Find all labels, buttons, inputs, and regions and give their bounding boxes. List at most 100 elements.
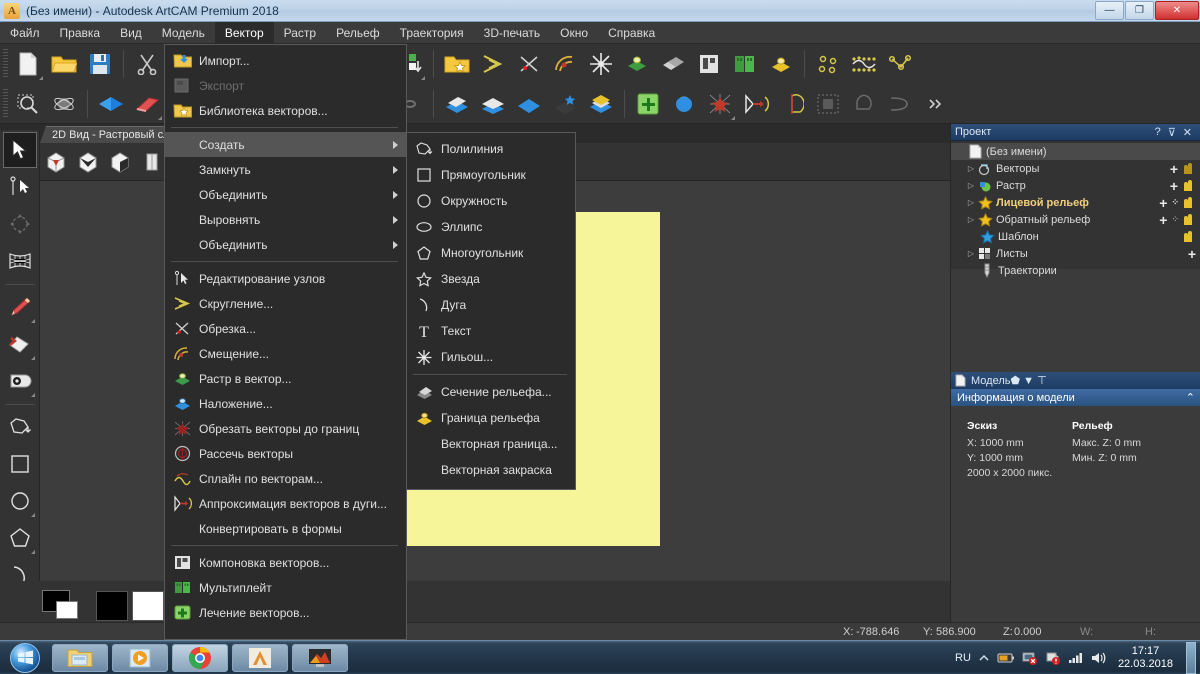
menu-item-export[interactable]: Экспорт <box>165 73 406 98</box>
submenu-item-star[interactable]: Звезда <box>407 266 575 292</box>
trim-tool-icon[interactable] <box>512 46 546 82</box>
language-indicator[interactable]: RU <box>955 652 971 664</box>
tree-arrow[interactable]: ▷ <box>965 215 977 224</box>
visibility-icon[interactable] <box>1182 196 1196 209</box>
network-error-icon[interactable] <box>1022 651 1038 665</box>
submenu-item-text[interactable]: T Текст <box>407 318 575 344</box>
menu-item-align[interactable]: Выровнять <box>165 207 406 232</box>
menu-model[interactable]: Модель <box>152 22 215 43</box>
tree-item-template[interactable]: Шаблон <box>951 228 1200 245</box>
menu-item-close-contour[interactable]: Замкнуть <box>165 157 406 182</box>
menu-relief[interactable]: Рельеф <box>326 22 390 43</box>
menu-file[interactable]: Файл <box>0 22 50 43</box>
menu-3dprint[interactable]: 3D-печать <box>474 22 551 43</box>
menu-item-create[interactable]: Создать <box>165 132 406 157</box>
circle-tool[interactable] <box>3 483 37 519</box>
pin-icon[interactable]: ⊽ <box>1168 126 1176 139</box>
tree-item-bitmap[interactable]: ▷ Растр + <box>951 177 1200 194</box>
view-iso-front-icon[interactable] <box>40 145 72 179</box>
visibility-icon[interactable] <box>1182 230 1196 243</box>
visibility-icon[interactable] <box>1182 179 1196 192</box>
show-hidden-icons-icon[interactable] <box>978 653 990 663</box>
menu-item-convert-to-shapes[interactable]: Конвертировать в формы <box>165 516 406 541</box>
vector-shape-icon[interactable] <box>847 86 881 122</box>
node-edit-tool[interactable] <box>3 169 37 205</box>
menu-view[interactable]: Вид <box>110 22 152 43</box>
menu-item-overlay[interactable]: Наложение... <box>165 391 406 416</box>
menu-vector[interactable]: Вектор <box>214 22 274 43</box>
open-file-icon[interactable] <box>47 46 81 82</box>
submenu-item-circle[interactable]: Окружность <box>407 188 575 214</box>
view-iso-top-icon[interactable] <box>72 145 104 179</box>
menu-item-merge[interactable]: Объединить <box>165 232 406 257</box>
project-tree[interactable]: (Без имени) ▷ Векторы + ▷ Растр + ▷ Лице… <box>951 141 1200 278</box>
background-color[interactable] <box>56 601 78 619</box>
menu-item-split-vectors[interactable]: Рассечь векторы <box>165 441 406 466</box>
submenu-item-relief-boundary[interactable]: Граница рельефа <box>407 405 575 431</box>
menu-raster[interactable]: Растр <box>274 22 326 43</box>
menu-item-vector-doctor[interactable]: Лечение векторов... <box>165 600 406 625</box>
tree-item-toolpaths[interactable]: Траектории <box>951 262 1200 279</box>
submenu-item-polyline[interactable]: Полилиния <box>407 136 575 162</box>
model-info-section-header[interactable]: Информация о модели ⌃ <box>951 389 1200 406</box>
mesh-warp-tool[interactable] <box>3 243 37 279</box>
new-file-icon[interactable] <box>11 46 45 82</box>
menu-item-trim[interactable]: Обрезка... <box>165 316 406 341</box>
minimize-button[interactable]: — <box>1095 0 1124 20</box>
add-icon[interactable]: + <box>1159 196 1167 210</box>
view-iso-side-icon[interactable] <box>104 145 136 179</box>
visibility-icon[interactable] <box>1182 213 1196 226</box>
relief-flat-blue-icon[interactable] <box>512 86 546 122</box>
fill-bucket-tool[interactable] <box>3 326 37 362</box>
taskbar-clock[interactable]: 17:17 22.03.2018 <box>1118 645 1173 671</box>
move-handle-icon[interactable]: ⁘ <box>1171 215 1178 224</box>
add-icon[interactable]: + <box>1188 247 1196 261</box>
menu-item-fillet[interactable]: Скругление... <box>165 291 406 316</box>
toolbar-grip-2[interactable] <box>3 89 8 119</box>
menu-toolpath[interactable]: Траектория <box>390 22 474 43</box>
blue-diamond-icon[interactable] <box>94 86 128 122</box>
relief-green-icon[interactable] <box>620 46 654 82</box>
add-icon[interactable]: + <box>1170 179 1178 193</box>
polyline-tool[interactable] <box>3 409 37 445</box>
arc-fit-icon[interactable] <box>739 86 773 122</box>
orbit-3d-icon[interactable] <box>47 86 81 122</box>
move-handle-icon[interactable]: ⁘ <box>1171 198 1178 207</box>
submenu-item-arc[interactable]: Дуга <box>407 292 575 318</box>
fg-bg-color-swatch[interactable] <box>42 590 86 622</box>
select-region-icon[interactable] <box>811 86 845 122</box>
vector-library-folder-icon[interactable] <box>440 46 474 82</box>
vector-spline-icon[interactable] <box>847 46 881 82</box>
signal-icon[interactable] <box>1068 651 1084 664</box>
volume-icon[interactable] <box>1091 651 1107 665</box>
red-eraser-icon[interactable] <box>130 86 164 122</box>
menu-item-bitmap-to-vector[interactable]: Растр в вектор... <box>165 366 406 391</box>
close-icon[interactable]: ✕ <box>1183 126 1192 139</box>
maximize-button[interactable]: ❐ <box>1125 0 1154 20</box>
menu-item-nesting[interactable]: Компоновка векторов... <box>165 550 406 575</box>
submenu-item-vector-fill[interactable]: Векторная закраска <box>407 457 575 483</box>
chevron-up-icon[interactable]: ⌃ <box>1186 391 1195 404</box>
taskbar-google-chrome[interactable] <box>172 643 228 672</box>
menu-item-crop-to-bounds[interactable]: Обрезать векторы до границ <box>165 416 406 441</box>
close-button[interactable]: ✕ <box>1155 0 1199 20</box>
vector-nodes-icon[interactable] <box>811 46 845 82</box>
menu-item-node-edit[interactable]: Редактирование узлов <box>165 266 406 291</box>
menu-item-import[interactable]: Импорт... <box>165 48 406 73</box>
relief-layer-stack-icon[interactable] <box>476 86 510 122</box>
submenu-item-ellipse[interactable]: Эллипс <box>407 214 575 240</box>
menu-item-offset[interactable]: Смещение... <box>165 341 406 366</box>
relief-layer-white-icon[interactable] <box>584 86 618 122</box>
submenu-item-vector-boundary[interactable]: Векторная граница... <box>407 431 575 457</box>
relief-merge-icon[interactable] <box>656 46 690 82</box>
rectangle-tool[interactable] <box>3 446 37 482</box>
offset-tool-icon[interactable] <box>548 46 582 82</box>
toolbar-grip[interactable] <box>3 49 8 79</box>
add-icon[interactable]: + <box>1159 213 1167 227</box>
fillet-tool-icon[interactable] <box>476 46 510 82</box>
menu-item-spline[interactable]: Сплайн по векторам... <box>165 466 406 491</box>
toolbar-overflow-icon[interactable] <box>919 86 953 122</box>
tree-arrow[interactable]: ▷ <box>965 181 977 190</box>
taskbar-file-explorer[interactable] <box>52 643 108 672</box>
relief-star-blue-icon[interactable] <box>548 86 582 122</box>
